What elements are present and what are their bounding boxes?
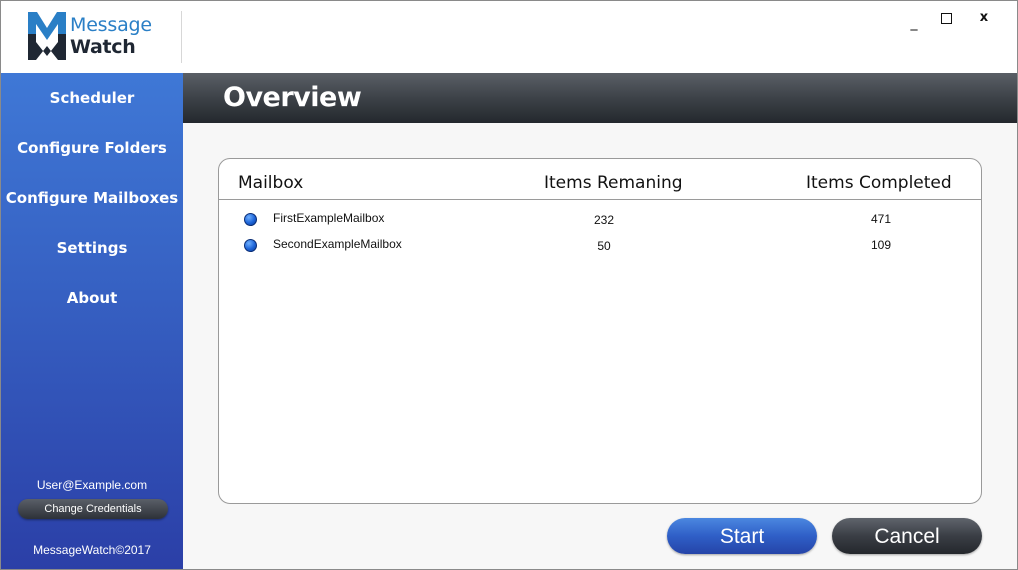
cancel-button[interactable]: Cancel	[832, 518, 982, 554]
sidebar-item-about[interactable]: About	[1, 283, 183, 313]
mailbox-name: SecondExampleMailbox	[273, 237, 402, 251]
table-row[interactable]: FirstExampleMailbox 232 471	[219, 209, 981, 233]
sidebar-item-configure-mailboxes[interactable]: Configure Mailboxes	[1, 183, 183, 213]
sidebar-item-settings[interactable]: Settings	[1, 233, 183, 263]
items-completed-value: 109	[870, 238, 892, 252]
header-divider	[219, 199, 981, 200]
maximize-icon	[940, 13, 952, 24]
column-header-mailbox[interactable]: Mailbox	[238, 173, 303, 193]
copyright-text: MessageWatch©2017	[33, 543, 151, 557]
title-divider	[181, 11, 182, 63]
mailbox-table: Mailbox Items Remaning Items Completed F…	[218, 158, 982, 504]
main-content: Mailbox Items Remaning Items Completed F…	[183, 123, 1017, 569]
close-button[interactable]: x	[973, 9, 995, 29]
logo: Message Watch	[28, 12, 168, 62]
minimize-button[interactable]: _	[903, 13, 925, 33]
column-header-items-remaining[interactable]: Items Remaning	[544, 173, 683, 193]
change-credentials-button[interactable]: Change Credentials	[18, 499, 168, 519]
start-button[interactable]: Start	[667, 518, 817, 554]
user-email: User@Example.com	[36, 478, 148, 492]
items-remaining-value: 50	[597, 239, 611, 253]
items-remaining-value: 232	[593, 213, 615, 227]
column-header-items-completed[interactable]: Items Completed	[806, 173, 952, 193]
logo-mark-icon	[28, 12, 66, 60]
page-header: Overview	[183, 73, 1017, 123]
logo-text-watch: Watch	[70, 36, 136, 58]
status-dot-icon	[244, 213, 257, 226]
logo-text-message: Message	[70, 14, 152, 36]
sidebar: Scheduler Configure Folders Configure Ma…	[1, 73, 183, 569]
table-row[interactable]: SecondExampleMailbox 50 109	[219, 235, 981, 259]
sidebar-item-scheduler[interactable]: Scheduler	[1, 83, 183, 113]
mailbox-name: FirstExampleMailbox	[273, 211, 385, 225]
sidebar-item-configure-folders[interactable]: Configure Folders	[1, 133, 183, 163]
status-dot-icon	[244, 239, 257, 252]
title-bar: Message Watch _ x	[1, 1, 1017, 73]
page-title: Overview	[223, 82, 362, 113]
items-completed-value: 471	[870, 212, 892, 226]
maximize-button[interactable]	[935, 9, 957, 29]
app-window: Message Watch _ x Scheduler Configure Fo…	[0, 0, 1018, 570]
